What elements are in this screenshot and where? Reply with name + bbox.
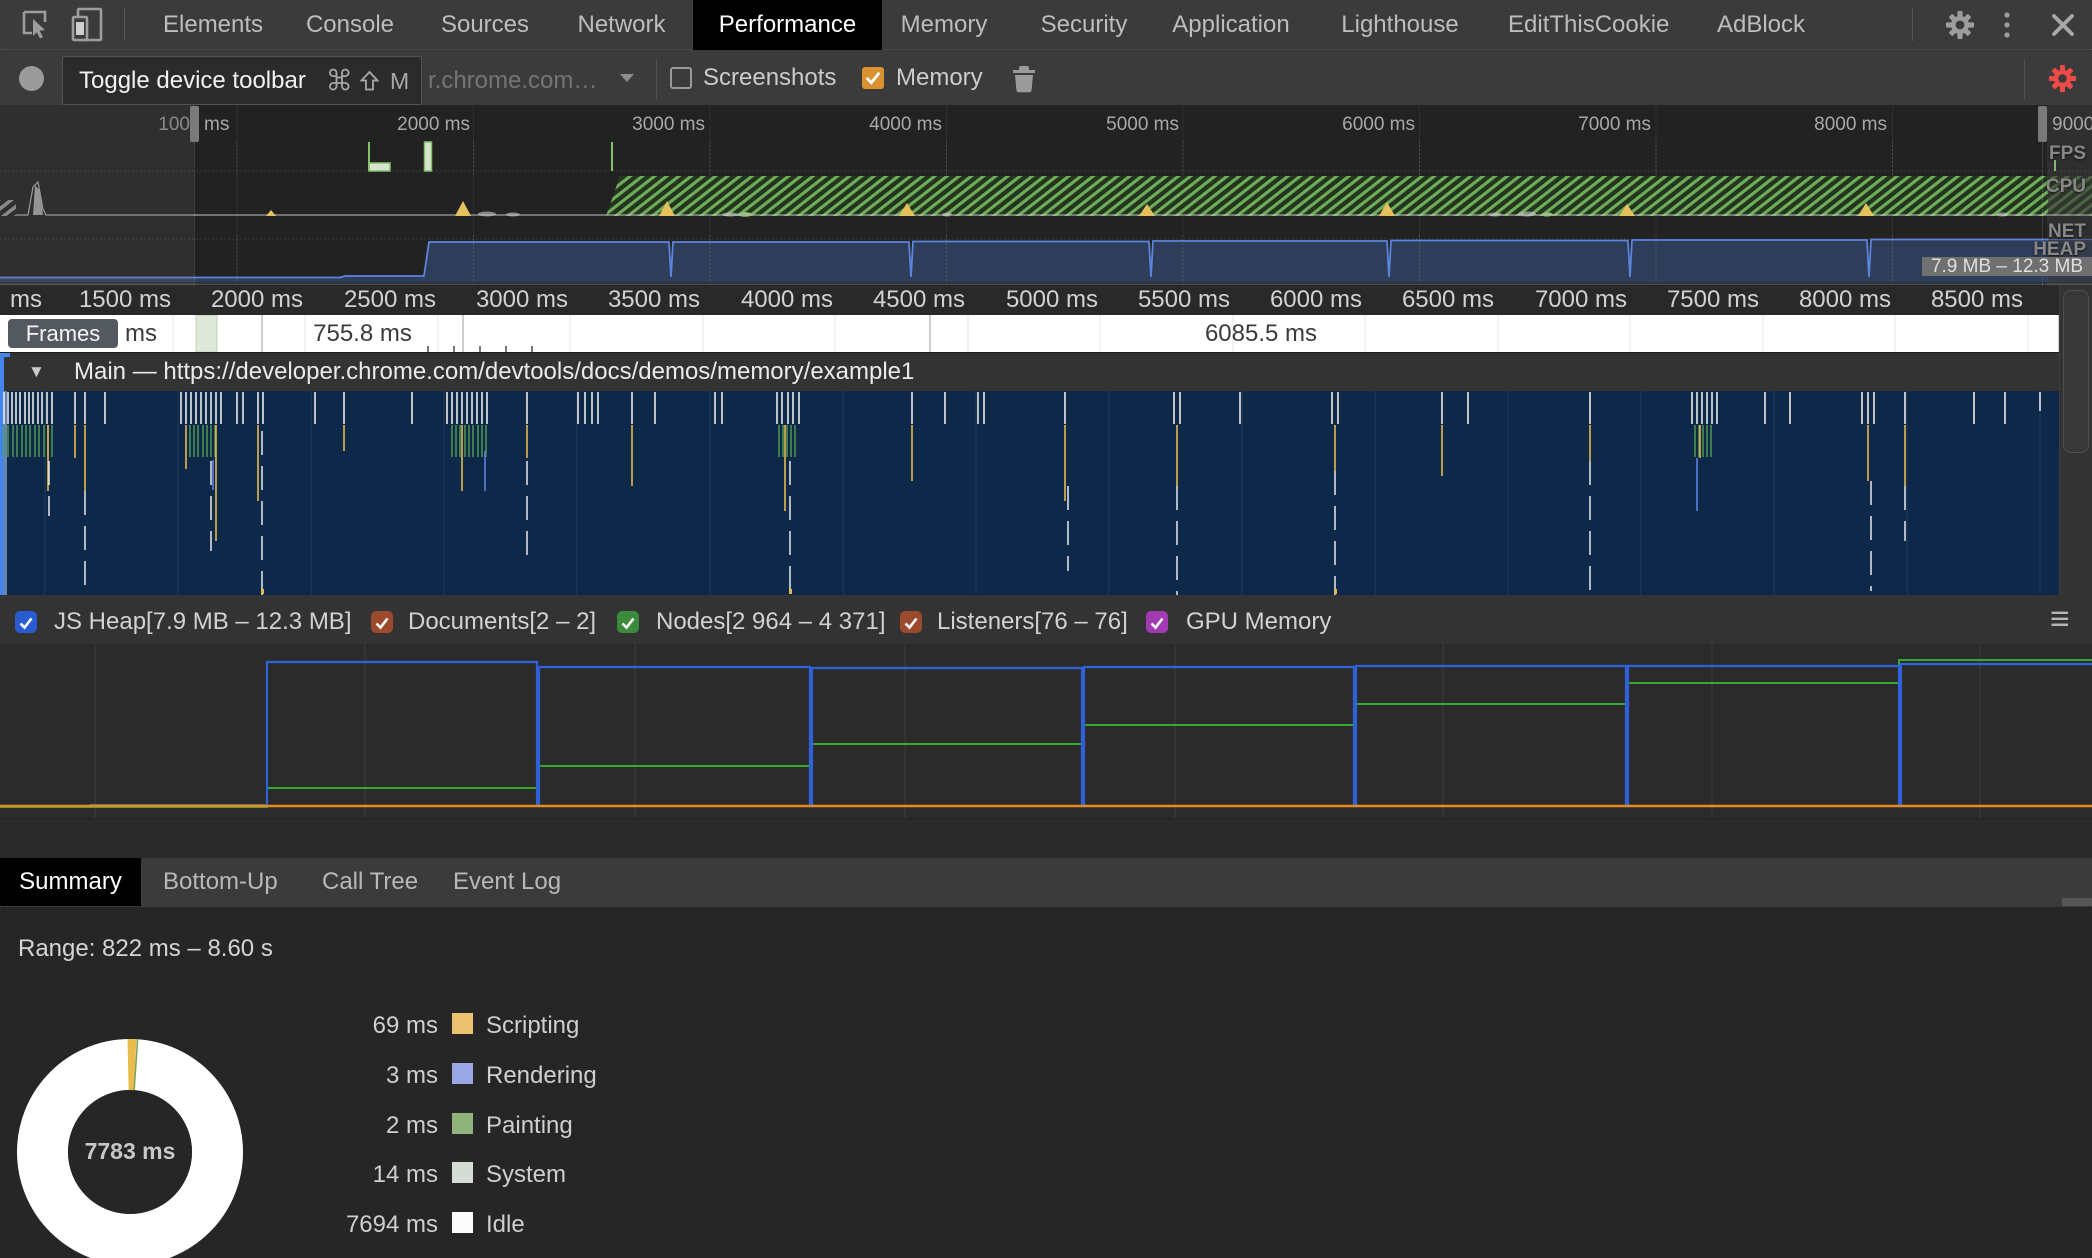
svg-text:7783 ms: 7783 ms [85, 1138, 176, 1164]
svg-text:M: M [390, 68, 409, 93]
